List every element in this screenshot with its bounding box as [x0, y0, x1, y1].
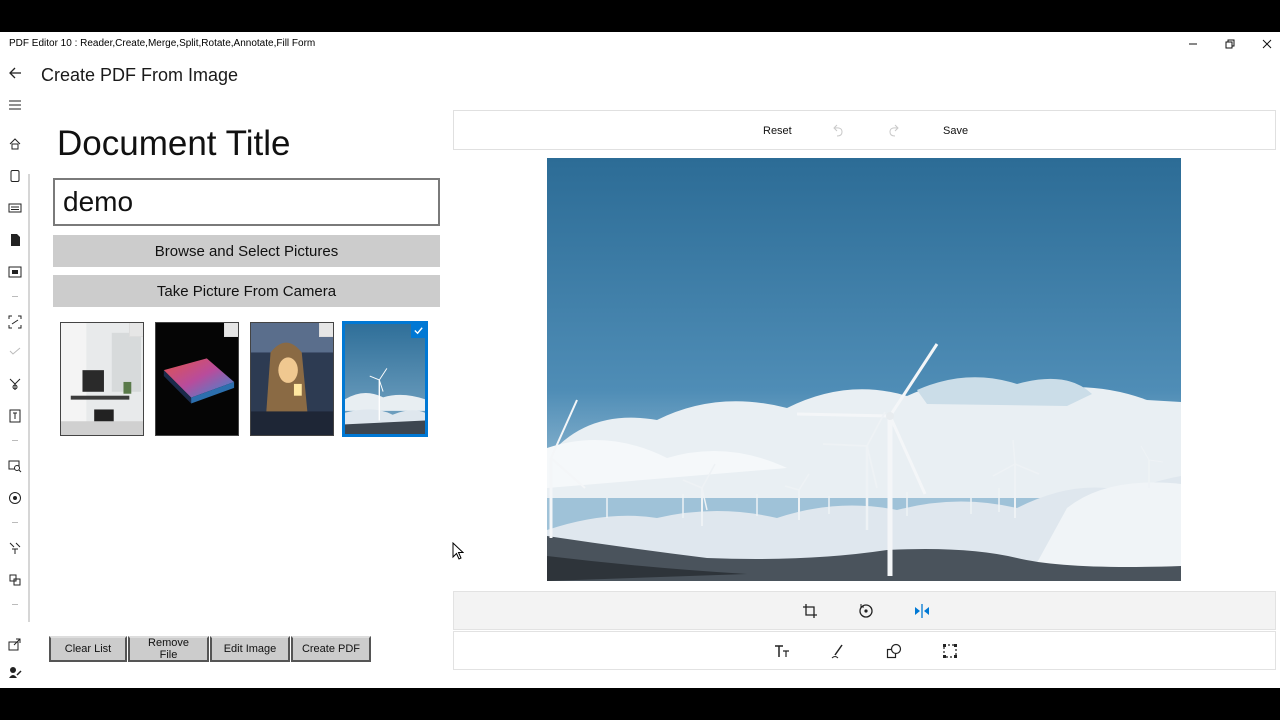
- nav-rail: [0, 56, 30, 688]
- document-title-label: Document Title: [57, 124, 291, 163]
- crop-tool[interactable]: [801, 602, 819, 620]
- minimize-button[interactable]: [1175, 32, 1211, 56]
- pen-tools-icon: [9, 542, 21, 554]
- nav-text-fit[interactable]: [5, 406, 25, 426]
- undo-icon: [833, 124, 843, 137]
- flip-tool[interactable]: [913, 602, 931, 620]
- nav-pen-tools[interactable]: [5, 538, 25, 558]
- tablet-icon: [10, 170, 20, 182]
- mouse-cursor-icon: [452, 542, 464, 560]
- share-icon: [8, 638, 21, 651]
- close-icon: [1262, 39, 1272, 49]
- nav-compass[interactable]: [5, 488, 25, 508]
- text-tool[interactable]: [773, 642, 791, 660]
- office-desk-photo: [61, 323, 143, 435]
- selection-tool[interactable]: [941, 642, 959, 660]
- hamburger-menu-button[interactable]: [5, 95, 25, 115]
- browse-pictures-button[interactable]: Browse and Select Pictures: [53, 235, 440, 267]
- image-search-icon: [8, 460, 22, 473]
- text-icon: [775, 645, 789, 657]
- redo-icon: [889, 124, 899, 137]
- page-title: Create PDF From Image: [41, 65, 239, 85]
- restore-button[interactable]: [1212, 32, 1248, 56]
- thumbnail-woman-phone[interactable]: [250, 322, 334, 436]
- title-bar: PDF Editor 10 : Reader,Create,Merge,Spli…: [0, 32, 1280, 56]
- nav-merge[interactable]: [5, 374, 25, 394]
- pen-tool[interactable]: [829, 642, 847, 660]
- app-window: PDF Editor 10 : Reader,Create,Merge,Spli…: [0, 32, 1280, 688]
- selection-icon: [943, 644, 957, 658]
- create-pdf-button[interactable]: Create PDF: [291, 636, 371, 662]
- nav-user-edit[interactable]: [5, 662, 25, 682]
- thumbnail-office-desk[interactable]: [60, 322, 144, 436]
- wind-turbines-photo: [345, 324, 425, 434]
- nav-stamp[interactable]: [5, 570, 25, 590]
- nav-document[interactable]: [5, 230, 25, 250]
- shapes-icon: [886, 643, 902, 659]
- thumbnail-laptop[interactable]: [155, 322, 239, 436]
- thumbnail-checkbox[interactable]: [319, 323, 333, 337]
- reset-button[interactable]: Reset: [763, 111, 792, 151]
- nav-share[interactable]: [5, 634, 25, 654]
- flip-icon: [915, 604, 929, 618]
- text-fit-icon: [9, 409, 21, 423]
- clear-list-button[interactable]: Clear List: [49, 636, 127, 662]
- transform-tool-row: [453, 591, 1276, 630]
- minimize-icon: [1189, 43, 1197, 45]
- nav-image-search[interactable]: [5, 456, 25, 476]
- news-icon: [8, 203, 22, 213]
- woman-phone-photo: [251, 323, 333, 435]
- take-picture-button[interactable]: Take Picture From Camera: [53, 275, 440, 307]
- close-button[interactable]: [1249, 32, 1280, 56]
- redo-button[interactable]: [887, 111, 901, 151]
- nav-image-pdf[interactable]: [5, 262, 25, 282]
- nav-tablet[interactable]: [5, 166, 25, 186]
- window-title: PDF Editor 10 : Reader,Create,Merge,Spli…: [9, 38, 316, 49]
- rotate-icon: [859, 604, 873, 618]
- thumbnail-checkbox-checked[interactable]: [411, 324, 425, 338]
- image-editor-toolbar: Reset Save: [453, 110, 1276, 150]
- thumbnail-checkbox[interactable]: [129, 323, 143, 337]
- nav-news[interactable]: [5, 198, 25, 218]
- undo-button[interactable]: [831, 111, 845, 151]
- user-edit-icon: [9, 667, 22, 678]
- action-bar: Clear List Remove File Edit Image Create…: [49, 636, 372, 662]
- back-button[interactable]: [5, 63, 25, 83]
- compass-icon: [9, 492, 21, 504]
- wind-turbines-image: [547, 158, 1181, 581]
- document-title-input[interactable]: [53, 178, 440, 226]
- laptop-neon-photo: [156, 323, 238, 435]
- rotate-tool[interactable]: [857, 602, 875, 620]
- restore-icon: [1225, 39, 1235, 49]
- thumbnail-wind-turbines[interactable]: [342, 321, 428, 437]
- nav-scan[interactable]: [5, 312, 25, 332]
- image-pdf-icon: [8, 266, 22, 278]
- document-icon: [11, 234, 20, 246]
- shapes-tool[interactable]: [885, 642, 903, 660]
- remove-file-button[interactable]: Remove File: [128, 636, 209, 662]
- annotate-tool-row: [453, 631, 1276, 670]
- stamp-icon: [9, 574, 21, 586]
- save-button[interactable]: Save: [943, 111, 968, 151]
- hamburger-menu-icon: [9, 100, 21, 110]
- image-canvas[interactable]: [547, 158, 1181, 581]
- pen-icon: [831, 644, 843, 659]
- checkmark-icon: [414, 327, 423, 335]
- crop-icon: [803, 604, 817, 618]
- sign-icon: [9, 347, 21, 355]
- back-arrow-icon: [9, 67, 21, 79]
- edit-image-button[interactable]: Edit Image: [210, 636, 290, 662]
- scan-icon: [8, 315, 22, 329]
- merge-icon: [9, 378, 21, 390]
- thumbnail-checkbox[interactable]: [224, 323, 238, 337]
- nav-sign[interactable]: [5, 342, 25, 362]
- nav-home[interactable]: [5, 134, 25, 154]
- nav-scroll-rail[interactable]: [28, 174, 30, 622]
- home-icon: [9, 138, 21, 150]
